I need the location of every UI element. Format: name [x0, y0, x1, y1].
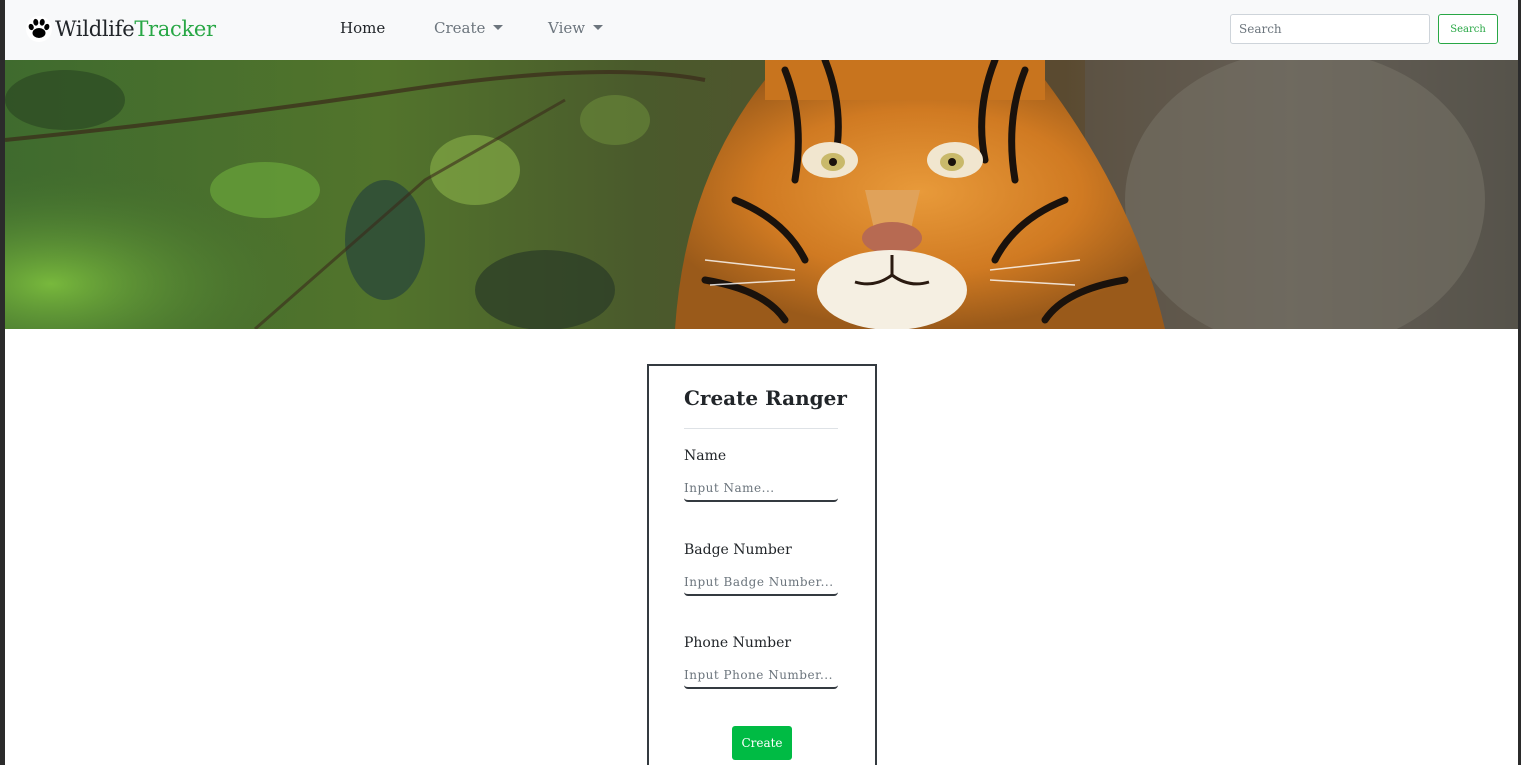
create-ranger-form: Create Ranger Name Badge Number Phone Nu…	[647, 364, 877, 765]
phone-number-input[interactable]	[684, 663, 838, 689]
page: WildlifeTracker Home Create View Search	[5, 0, 1518, 765]
badge-number-input[interactable]	[684, 570, 838, 596]
nav-view-dropdown[interactable]: View	[548, 19, 604, 37]
paw-icon	[26, 16, 52, 42]
phone-number-label: Phone Number	[684, 635, 792, 651]
search-button[interactable]: Search	[1438, 14, 1498, 44]
brand-name: WildlifeTracker	[55, 17, 216, 41]
brand-logo[interactable]: WildlifeTracker	[26, 14, 216, 44]
form-title: Create Ranger	[684, 386, 847, 410]
nav-view-label: View	[548, 19, 586, 37]
badge-number-label: Badge Number	[684, 542, 792, 558]
brand-name-tracker: Tracker	[134, 17, 216, 41]
chevron-down-icon	[593, 25, 604, 30]
name-label: Name	[684, 448, 727, 464]
nav-create-label: Create	[434, 19, 486, 37]
name-input[interactable]	[684, 476, 838, 502]
chevron-down-icon	[493, 25, 504, 30]
search-input[interactable]	[1230, 14, 1430, 44]
navbar: WildlifeTracker Home Create View Search	[5, 0, 1518, 60]
create-button[interactable]: Create	[732, 726, 792, 760]
nav-home-link[interactable]: Home	[340, 19, 385, 37]
form-divider	[684, 428, 838, 429]
nav-create-dropdown[interactable]: Create	[434, 19, 504, 37]
hero-banner-image	[5, 60, 1518, 329]
brand-name-wildlife: Wildlife	[55, 17, 135, 41]
